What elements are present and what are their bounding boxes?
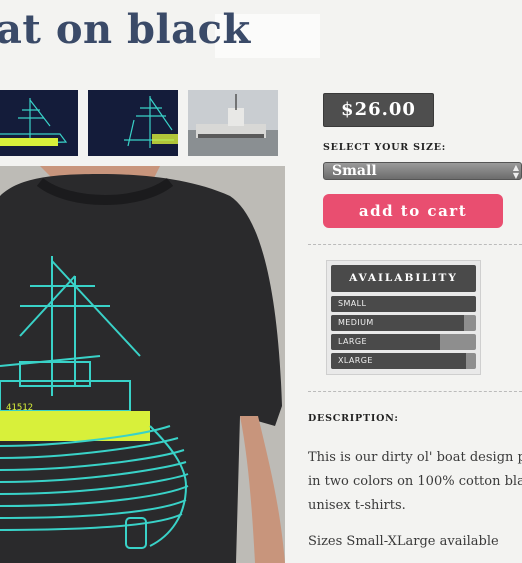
thumbnail-2[interactable] [88, 90, 178, 156]
thumbnail-3[interactable] [188, 90, 278, 156]
availability-heading: AVAILABILITY [331, 265, 476, 292]
size-select-label: SELECT YOUR SIZE: [323, 142, 447, 153]
updown-arrows-icon: ▲ ▼ [512, 162, 519, 180]
size-select-value: Small [332, 163, 377, 179]
availability-label: LARGE [338, 337, 367, 346]
description-text: This is our dirty ol' boat design pri in… [308, 446, 522, 554]
availability-bar-xlarge: XLARGE [331, 353, 476, 369]
description-paragraph: This is our dirty ol' boat design pri in… [308, 446, 522, 518]
product-title: at on black [0, 6, 251, 53]
thumbnail-1[interactable] [0, 90, 78, 156]
add-to-cart-button[interactable]: add to cart [323, 194, 503, 228]
availability-bar-large: LARGE [331, 334, 476, 350]
availability-panel: AVAILABILITY SMALL MEDIUM LARGE XLARGE [326, 260, 481, 375]
description-line: in two colors on 100% cotton black [308, 474, 522, 489]
product-image: 41512 [0, 166, 285, 563]
sizes-note: Sizes Small-XLarge available [308, 534, 499, 549]
price-badge: $26.00 [323, 93, 434, 127]
availability-bar-small: SMALL [331, 296, 476, 312]
description-line: unisex t-shirts. [308, 498, 406, 513]
availability-label: XLARGE [338, 356, 373, 365]
size-select[interactable]: Small ▲ ▼ [323, 162, 522, 180]
divider [308, 244, 522, 245]
divider [308, 391, 522, 392]
svg-text:41512: 41512 [6, 403, 33, 413]
availability-label: SMALL [338, 299, 367, 308]
description-line: This is our dirty ol' boat design pri [308, 450, 522, 465]
availability-bar-medium: MEDIUM [331, 315, 476, 331]
availability-label: MEDIUM [338, 318, 374, 327]
description-heading: DESCRIPTION: [308, 413, 399, 424]
